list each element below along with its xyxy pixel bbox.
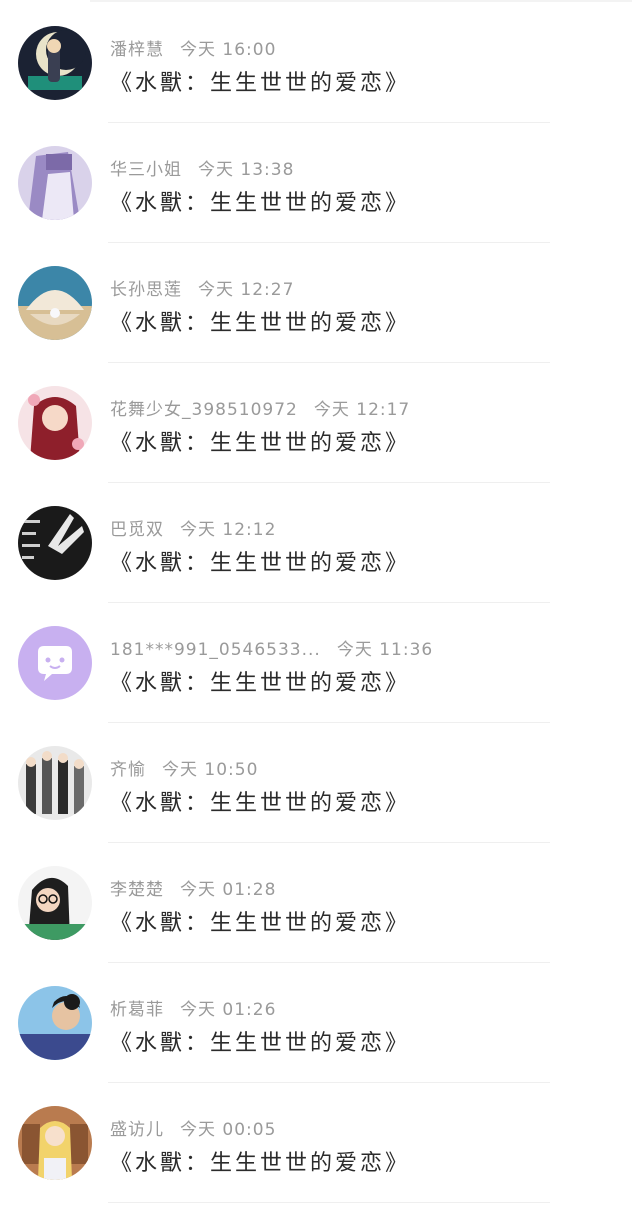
list-item[interactable]: 181***991_0546533... 今天 11:36 《水獸：生生世世的爱恋… xyxy=(0,603,640,723)
sender-name: 齐愉 xyxy=(110,760,146,780)
top-divider xyxy=(90,0,632,2)
message-text: 《水獸：生生世世的爱恋》 xyxy=(110,1151,411,1176)
message-text: 《水獸：生生世世的爱恋》 xyxy=(110,551,411,576)
list-item[interactable]: 巴觅双 今天 12:12 《水獸：生生世世的爱恋》 xyxy=(0,483,640,603)
message-time: 今天 12:27 xyxy=(198,280,295,300)
boy-blue-sky-avatar[interactable] xyxy=(18,986,92,1060)
list-item[interactable]: 李楚楚 今天 01:28 《水獸：生生世世的爱恋》 xyxy=(0,843,640,963)
message-time: 今天 12:17 xyxy=(313,400,411,420)
sender-name: 李楚楚 xyxy=(110,880,164,900)
girl-glasses-avatar[interactable] xyxy=(18,866,92,940)
message-text: 《水獸：生生世世的爱恋》 xyxy=(110,791,411,816)
message-meta: 李楚楚 今天 01:28 xyxy=(110,875,276,900)
message-text: 《水獸：生生世世的爱恋》 xyxy=(110,911,411,936)
message-meta: 潘梓慧 今天 16:00 xyxy=(110,35,276,60)
default-chat-bubble-avatar[interactable] xyxy=(18,626,92,700)
anime-girl-red-avatar[interactable] xyxy=(18,386,92,460)
sender-name: 潘梓慧 xyxy=(110,40,164,60)
divider xyxy=(108,1202,550,1203)
message-time: 今天 10:50 xyxy=(162,760,259,780)
message-time: 今天 12:12 xyxy=(180,520,277,540)
list-item[interactable]: 盛访儿 今天 00:05 《水獸：生生世世的爱恋》 xyxy=(0,1083,640,1203)
message-meta: 巴觅双 今天 12:12 xyxy=(110,515,276,540)
message-time: 今天 01:28 xyxy=(180,880,277,900)
message-text: 《水獸：生生世世的爱恋》 xyxy=(110,71,411,96)
seashell-pearl-avatar[interactable] xyxy=(18,266,92,340)
message-text: 《水獸：生生世世的爱恋》 xyxy=(110,1031,411,1056)
message-time: 今天 00:05 xyxy=(180,1120,277,1140)
message-text: 《水獸：生生世世的爱恋》 xyxy=(110,191,411,216)
message-meta: 花舞少女_398510972 今天 12:17 xyxy=(110,395,410,420)
message-time: 今天 11:36 xyxy=(336,640,434,660)
sender-name: 长孙思莲 xyxy=(110,280,182,300)
sender-name: 析葛菲 xyxy=(110,1000,164,1020)
message-meta: 181***991_0546533... 今天 11:36 xyxy=(110,635,433,660)
anime-moon-avatar[interactable] xyxy=(18,26,92,100)
message-text: 《水獸：生生世世的爱恋》 xyxy=(110,311,411,336)
message-meta: 析葛菲 今天 01:26 xyxy=(110,995,276,1020)
message-meta: 长孙思莲 今天 12:27 xyxy=(110,275,294,300)
message-list: 潘梓慧 今天 16:00 《水獸：生生世世的爱恋》 华三小姐 今天 13:38 《水… xyxy=(0,3,640,1203)
anime-group-avatar[interactable] xyxy=(18,746,92,820)
sender-name: 华三小姐 xyxy=(110,160,182,180)
list-item[interactable]: 齐愉 今天 10:50 《水獸：生生世世的爱恋》 xyxy=(0,723,640,843)
sender-name: 盛访儿 xyxy=(110,1120,164,1140)
message-time: 今天 13:38 xyxy=(198,160,295,180)
list-item[interactable]: 花舞少女_398510972 今天 12:17 《水獸：生生世世的爱恋》 xyxy=(0,363,640,483)
list-item[interactable]: 析葛菲 今天 01:26 《水獸：生生世世的爱恋》 xyxy=(0,963,640,1083)
list-item[interactable]: 长孙思莲 今天 12:27 《水獸：生生世世的爱恋》 xyxy=(0,243,640,363)
purple-hair-avatar[interactable] xyxy=(18,146,92,220)
message-meta: 盛访儿 今天 00:05 xyxy=(110,1115,276,1140)
sender-name: 181***991_0546533... xyxy=(110,640,321,660)
message-text: 《水獸：生生世世的爱恋》 xyxy=(110,671,411,696)
message-text: 《水獸：生生世世的爱恋》 xyxy=(110,431,411,456)
black-white-hands-avatar[interactable] xyxy=(18,506,92,580)
message-meta: 华三小姐 今天 13:38 xyxy=(110,155,294,180)
sender-name: 花舞少女_398510972 xyxy=(110,400,298,420)
message-time: 今天 01:26 xyxy=(180,1000,277,1020)
message-meta: 齐愉 今天 10:50 xyxy=(110,755,258,780)
list-item[interactable]: 华三小姐 今天 13:38 《水獸：生生世世的爱恋》 xyxy=(0,123,640,243)
sailor-moon-avatar[interactable] xyxy=(18,1106,92,1180)
message-time: 今天 16:00 xyxy=(180,40,277,60)
sender-name: 巴觅双 xyxy=(110,520,164,540)
list-item[interactable]: 潘梓慧 今天 16:00 《水獸：生生世世的爱恋》 xyxy=(0,3,640,123)
